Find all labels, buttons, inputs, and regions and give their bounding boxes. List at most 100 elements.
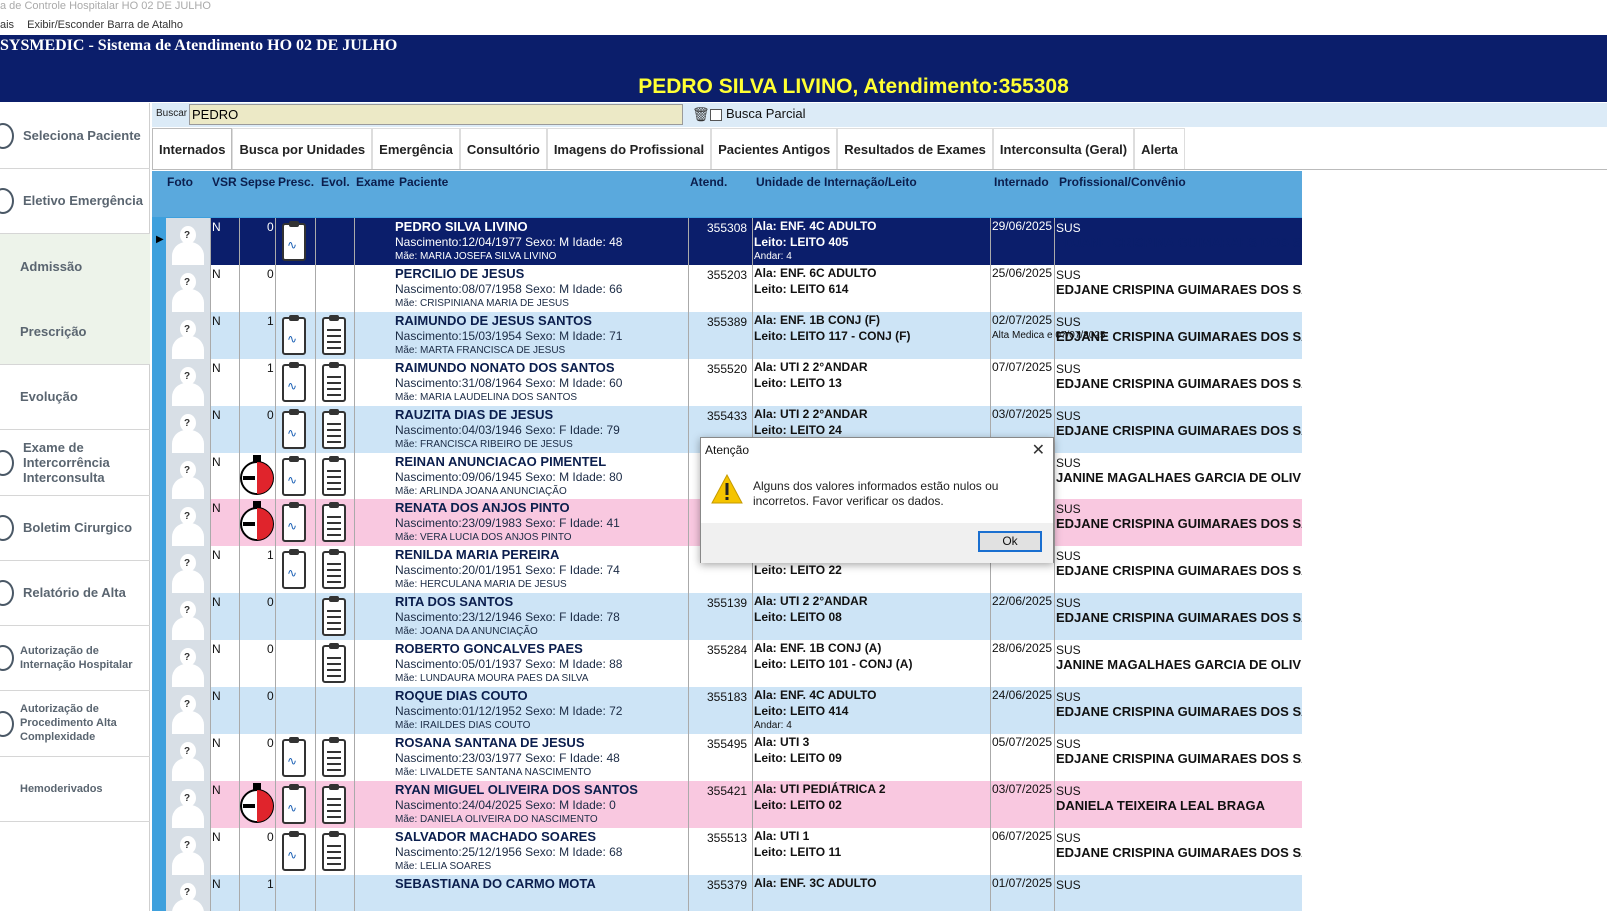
prescription-clipboard-icon[interactable]: ∿ [282,830,306,871]
clip-line [327,675,341,678]
col-vsr[interactable]: VSR [212,175,237,189]
patient-name[interactable]: RAUZITA DIAS DE JESUS [395,407,553,422]
tab-1[interactable]: Busca por Unidades [232,128,373,169]
table-row[interactable]: ? N 1 ∿ RAIMUNDO DE JESUS SANTOS Nascimento:1… [152,311,1302,359]
sepsis-alert-icon[interactable] [240,454,274,498]
patient-photo: ? [166,780,210,828]
patient-name[interactable]: SEBASTIANA DO CARMO MOTA [395,876,596,891]
table-row[interactable]: ? N 0 PERCILIO DE JESUS Nascimento:08/07/195… [152,264,1302,312]
tab-4[interactable]: Imagens do Profissional [546,128,712,169]
patient-name[interactable]: RENILDA MARIA PEREIRA [395,547,559,562]
sidebar-item-9[interactable]: Autorização de Procedimento Alta Complex… [0,691,150,757]
sidebar-item-10[interactable]: Hemoderivados [0,756,150,822]
photo-placeholder: ? [184,699,191,710]
patient-name[interactable]: RAIMUNDO NONATO DOS SANTOS [395,360,615,375]
tab-3[interactable]: Consultório [459,128,547,169]
patient-name[interactable]: PEDRO SILVA LIVINO [395,219,528,234]
table-row[interactable]: ? N 0 ROQUE DIAS COUTO Nascimento:01/12/1952… [152,687,1302,734]
evolution-clipboard-icon[interactable] [322,549,346,590]
menu-bar: ais Exibir/Esconder Barra de Atalho [0,17,193,35]
col-internado[interactable]: Internado [994,175,1049,189]
prescription-clipboard-icon[interactable]: ∿ [282,736,306,777]
sidebar-item-4[interactable]: Evolução [0,364,150,431]
evolution-clipboard-icon[interactable] [322,596,346,637]
col-paciente[interactable]: Paciente [399,175,448,189]
partial-search-checkbox[interactable] [710,109,722,121]
patient-name[interactable]: ROQUE DIAS COUTO [395,688,528,703]
evolution-clipboard-icon[interactable] [322,830,346,871]
ok-button[interactable]: Ok [978,531,1042,552]
sepsis-alert-icon[interactable] [240,500,274,544]
col-evol[interactable]: Evol. [321,175,350,189]
table-row[interactable]: ? N 1 SEBASTIANA DO CARMO MOTA 355379 Ala: EN… [152,874,1302,911]
col-atend[interactable]: Atend. [690,175,727,189]
col-presc[interactable]: Presc. [278,175,314,189]
col-sepse[interactable]: Sepse [240,175,275,189]
col-exame[interactable]: Exame [356,175,395,189]
prescription-clipboard-icon[interactable]: ∿ [282,783,306,824]
menu-item-toggle-shortcut-bar[interactable]: Exibir/Esconder Barra de Atalho [27,19,183,31]
evolution-clipboard-icon[interactable] [322,736,346,777]
col-unidade[interactable]: Unidade de Internação/Leito [756,175,917,189]
table-row[interactable]: ▶? N 0 ∿ PEDRO SILVA LIVINO Nascimento:12/04/… [152,218,1302,265]
patient-name[interactable]: RITA DOS SANTOS [395,594,513,609]
patient-name[interactable]: RYAN MIGUEL OLIVEIRA DOS SANTOS [395,782,638,797]
sidebar-item-0[interactable]: Seleciona Paciente [0,103,150,169]
patient-name[interactable]: PERCILIO DE JESUS [395,266,524,281]
prescription-clipboard-icon[interactable]: ∿ [282,314,306,355]
trash-icon[interactable]: 🗑 [692,106,710,123]
prescription-clipboard-icon[interactable]: ∿ [282,408,306,449]
close-icon[interactable]: ✕ [1032,440,1045,460]
search-input[interactable] [189,104,683,125]
patient-name[interactable]: REINAN ANUNCIACAO PIMENTEL [395,454,606,469]
evolution-clipboard-icon[interactable] [322,502,346,543]
evolution-clipboard-icon[interactable] [322,314,346,355]
tab-6[interactable]: Resultados de Exames [837,128,993,169]
table-row[interactable]: ? N 1 ∿ RAIMUNDO NONATO DOS SANTOS Nascimento… [152,358,1302,406]
menu-item-ais[interactable]: ais [0,19,14,31]
prescription-clipboard-icon[interactable]: ∿ [282,502,306,543]
ward: Ala: ENF. 1B CONJ (F) [754,312,881,327]
tab-2[interactable]: Emergência [372,128,460,169]
prescription-clipboard-icon[interactable]: ∿ [282,221,306,261]
table-row[interactable]: ? N 0 ROBERTO GONCALVES PAES Nascimento:05/0… [152,640,1302,688]
insurance: SUS [1056,877,1081,892]
tab-8[interactable]: Alerta [1134,128,1185,169]
prescription-clipboard-icon[interactable]: ∿ [282,361,306,402]
sidebar-item-7[interactable]: Relatório de Alta [0,560,150,627]
sidebar-item-3[interactable]: Prescrição [0,298,150,365]
sidebar-item-label: Relatório de Alta [23,585,126,601]
evolution-clipboard-icon[interactable] [322,361,346,402]
table-row[interactable]: ? N 0 RITA DOS SANTOS Nascimento:23/12/1946 … [152,593,1302,641]
tab-7[interactable]: Interconsulta (Geral) [992,128,1135,169]
evolution-clipboard-icon[interactable] [322,643,346,684]
sidebar-item-1[interactable]: Eletivo Emergência [0,168,150,235]
patient-name[interactable]: SALVADOR MACHADO SOARES [395,829,596,844]
prescription-clipboard-icon[interactable]: ∿ [282,455,306,496]
patient-name[interactable]: ROBERTO GONCALVES PAES [395,641,583,656]
table-row[interactable]: ? N 0 ∿ SALVADOR MACHADO SOARES Nascimento:25… [152,827,1302,875]
col-foto[interactable]: Foto [167,175,193,189]
partial-search-label[interactable]: Busca Parcial [726,106,805,121]
evolution-clipboard-icon[interactable] [322,455,346,496]
evolution-clipboard-icon[interactable] [322,783,346,824]
patient-mother: Mãe: LUNDAURA MOURA PAES DA SILVA [395,673,589,685]
tab-5[interactable]: Pacientes Antigos [711,128,838,169]
table-row[interactable]: ? N 0 ∿ ROSANA SANTANA DE JESUS Nascimento:23… [152,733,1302,781]
sidebar-item-2[interactable]: Admissão [0,233,150,300]
ward: Ala: UTI PEDIÁTRICA 2 [754,781,886,796]
evolution-clipboard-icon[interactable] [322,408,346,449]
col-profissional[interactable]: Profissional/Convênio [1059,175,1186,189]
patient-name[interactable]: RAIMUNDO DE JESUS SANTOS [395,313,592,328]
prescription-clipboard-icon[interactable]: ∿ [282,549,306,590]
table-row[interactable]: ? N ∿ RYAN MIGUEL OLIVEIRA DOS SANTOS Nascim… [152,780,1302,828]
system-title: SYSMEDIC - Sistema de Atendimento HO 02 … [0,37,398,54]
sidebar-item-5[interactable]: Exame de Intercorrência Interconsulta [0,430,150,496]
sepsis-alert-icon[interactable] [240,782,274,826]
patient-name[interactable]: ROSANA SANTANA DE JESUS [395,735,584,750]
sidebar-item-6[interactable]: Boletim Cirurgico [0,495,150,561]
tab-0[interactable]: Internados [152,128,233,169]
patient-name[interactable]: RENATA DOS ANJOS PINTO [395,500,570,515]
sidebar-item-8[interactable]: Autorização de Internação Hospitalar [0,625,150,692]
cell-divider [1054,546,1055,594]
